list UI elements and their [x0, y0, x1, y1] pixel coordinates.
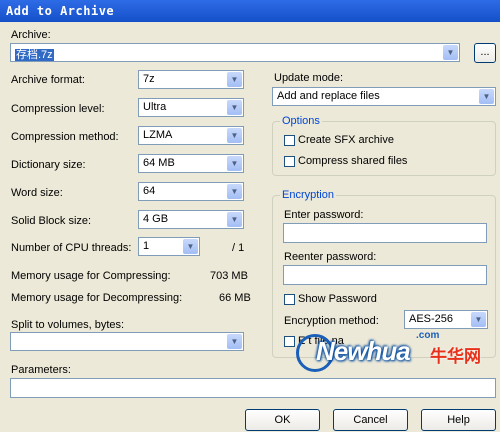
chevron-down-icon[interactable]: ▼ — [227, 334, 242, 349]
chevron-down-icon[interactable]: ▼ — [227, 184, 242, 199]
newhua-watermark: .com Newhua 牛华网 — [296, 326, 500, 376]
split-volumes-combo[interactable]: ▼ — [10, 332, 244, 351]
memory-compress-value: 703 MB — [210, 270, 248, 282]
reenter-password-input[interactable] — [283, 265, 487, 285]
watermark-com: .com — [416, 330, 440, 341]
archive-combo[interactable]: 存档.7z ▼ — [10, 43, 460, 62]
word-size-label: Word size: — [11, 187, 63, 199]
compress-shared-label[interactable]: Compress shared files — [298, 155, 407, 167]
chevron-down-icon[interactable]: ▼ — [227, 72, 242, 87]
encrypt-names-checkbox[interactable] — [284, 336, 295, 347]
compression-method-value: LZMA — [143, 129, 173, 141]
word-size-select[interactable]: 64 ▼ — [138, 182, 244, 201]
memory-decompress-label: Memory usage for Decompressing: — [11, 292, 183, 304]
archive-format-select[interactable]: 7z ▼ — [138, 70, 244, 89]
options-group — [272, 121, 496, 176]
parameters-input[interactable] — [10, 378, 496, 398]
chevron-down-icon[interactable]: ▼ — [443, 45, 458, 60]
show-password-checkbox[interactable] — [284, 294, 295, 305]
update-mode-label: Update mode: — [274, 72, 344, 84]
compression-method-label: Compression method: — [11, 131, 119, 143]
update-mode-select[interactable]: Add and replace files ▼ — [272, 87, 496, 106]
sfx-label[interactable]: Create SFX archive — [298, 134, 394, 146]
dictionary-size-label: Dictionary size: — [11, 159, 86, 171]
solid-block-size-value: 4 GB — [143, 213, 169, 225]
enter-password-input[interactable] — [283, 223, 487, 243]
parameters-label: Parameters: — [11, 364, 71, 376]
chevron-down-icon[interactable]: ▼ — [227, 100, 242, 115]
compression-level-select[interactable]: Ultra ▼ — [138, 98, 244, 117]
cancel-button[interactable]: Cancel — [333, 409, 408, 431]
watermark-brand: Newhua — [316, 336, 411, 366]
encryption-method-value: AES-256 — [409, 313, 454, 325]
cpu-threads-select[interactable]: 1 ▼ — [138, 237, 200, 256]
chevron-down-icon[interactable]: ▼ — [479, 89, 494, 104]
title-bar[interactable]: Add to Archive — [0, 0, 500, 22]
update-mode-value: Add and replace files — [277, 90, 380, 102]
solid-block-size-label: Solid Block size: — [11, 215, 92, 227]
dictionary-size-select[interactable]: 64 MB ▼ — [138, 154, 244, 173]
show-password-label[interactable]: Show Password — [298, 293, 377, 305]
help-button[interactable]: Help — [421, 409, 496, 431]
cpu-threads-value: 1 — [143, 240, 150, 252]
compression-level-value: Ultra — [143, 101, 167, 113]
cpu-threads-max: / 1 — [232, 242, 245, 254]
options-legend: Options — [280, 115, 322, 127]
memory-decompress-value: 66 MB — [219, 292, 251, 304]
chevron-down-icon[interactable]: ▼ — [227, 156, 242, 171]
word-size-value: 64 — [143, 185, 156, 197]
split-volumes-label: Split to volumes, bytes: — [11, 319, 125, 331]
chevron-down-icon[interactable]: ▼ — [471, 312, 486, 327]
compression-level-label: Compression level: — [11, 103, 105, 115]
cpu-threads-label: Number of CPU threads: — [11, 242, 132, 254]
compression-method-select[interactable]: LZMA ▼ — [138, 126, 244, 145]
archive-format-label: Archive format: — [11, 74, 85, 86]
archive-label: Archive: — [11, 29, 51, 41]
solid-block-size-select[interactable]: 4 GB ▼ — [138, 210, 244, 229]
chevron-down-icon[interactable]: ▼ — [227, 128, 242, 143]
dictionary-size-value: 64 MB — [143, 157, 175, 169]
archive-format-value: 7z — [143, 73, 155, 85]
chevron-down-icon[interactable]: ▼ — [183, 239, 198, 254]
sfx-checkbox[interactable] — [284, 135, 295, 146]
compress-shared-checkbox[interactable] — [284, 156, 295, 167]
watermark-cn: 牛华网 — [430, 347, 481, 366]
archive-path-value: 存档.7z — [15, 49, 54, 61]
reenter-password-label: Reenter password: — [284, 251, 377, 263]
memory-compress-label: Memory usage for Compressing: — [11, 270, 171, 282]
encryption-legend: Encryption — [280, 189, 336, 201]
chevron-down-icon[interactable]: ▼ — [227, 212, 242, 227]
enter-password-label: Enter password: — [284, 209, 364, 221]
browse-button[interactable]: ... — [474, 43, 496, 63]
ok-button[interactable]: OK — [245, 409, 320, 431]
window-title: Add to Archive — [6, 4, 115, 18]
